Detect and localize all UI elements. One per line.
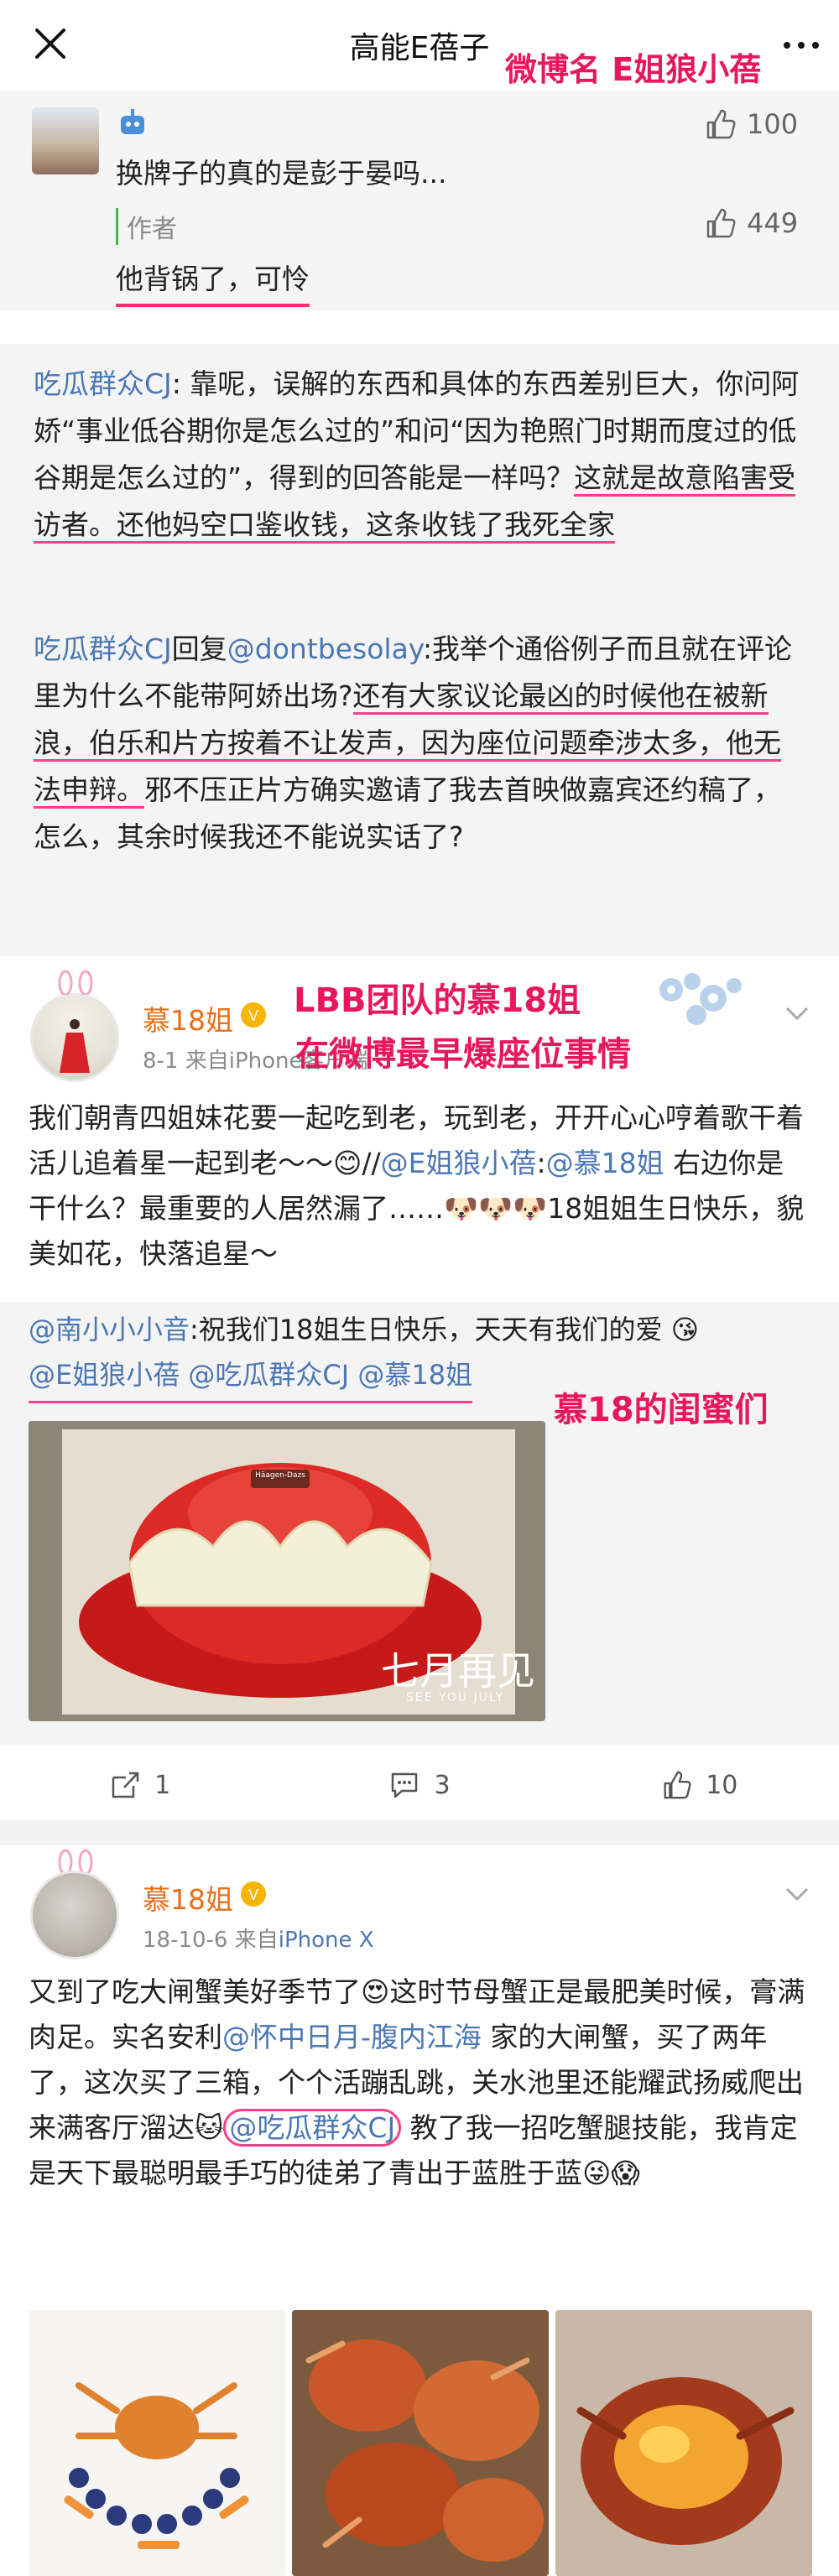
robot-icon <box>116 107 149 141</box>
weibo-post-1: 慕18姐 V 8-1 来自iPhone客户端 LBB团队的慕18姐 在微博最早爆… <box>0 956 839 1820</box>
weibo-post-2: 慕18姐 V 18-10-6 来自iPhone X 又到了吃大闸蟹美好季节了😍这… <box>0 1845 839 2576</box>
svg-text:V: V <box>248 1886 258 1903</box>
annotation-weibo-name: 微博名 E姐狼小蓓 <box>505 51 762 88</box>
comment-like-count: 100 <box>747 108 799 140</box>
quote-user-link-2[interactable]: 吃瓜群众CJ <box>34 632 172 665</box>
quoted-weibo-block: 吃瓜群众CJ: 靠呢，误解的东西和具体的东西差别巨大，你问阿娇“事业低谷期你是怎… <box>0 344 839 956</box>
thumbs-up-icon <box>706 208 736 238</box>
author-reply: 作者 他背锅了，可怜 <box>116 208 661 307</box>
more-icon[interactable] <box>780 37 822 54</box>
annotation-seat: 在微博最早爆座位事情 <box>295 1035 631 1074</box>
image-watermark-sub: SEE YOU JULY <box>406 1691 505 1704</box>
post-date: 18-10-6 来自 <box>143 1928 279 1953</box>
chevron-down-icon[interactable] <box>780 1002 814 1027</box>
comment-count: 3 <box>434 1770 451 1800</box>
share-icon <box>112 1772 139 1798</box>
repost-body: :祝我们18姐生日快乐，天天有我们的爱 😘 <box>190 1314 700 1345</box>
cake-brand-label: Häagen-Dazs <box>255 1471 305 1480</box>
like-button[interactable]: 10 <box>560 1751 839 1819</box>
repost-text: @南小小小音:祝我们18姐生日快乐，天天有我们的爱 😘 <box>29 1307 809 1352</box>
comment-thread: 换牌子的真的是彭于晏吗... 100 作者 他背锅了，可怜 449 <box>0 91 839 310</box>
vip-badge-icon: V <box>238 1879 268 1909</box>
post-body: 又到了吃大闸蟹美好季节了😍这时节母蟹正是最肥美时候，膏满肉足。实名安利@怀中日月… <box>29 1970 809 2196</box>
cake-photo[interactable]: Häagen-Dazs 七月再见 SEE YOU JULY <box>29 1421 545 1721</box>
annotation-lbb: LBB团队的慕18姐 <box>294 981 581 1020</box>
mention-link[interactable]: @E姐狼小蓓 <box>381 1147 537 1179</box>
mention-link-2[interactable]: @吃瓜群众CJ <box>223 2109 402 2147</box>
flower-decoration-icon <box>646 965 755 1040</box>
svg-text:V: V <box>248 1007 258 1024</box>
comment-button[interactable]: 3 <box>279 1751 559 1819</box>
quote-sep: : <box>171 367 190 400</box>
quote-paragraph-2: 吃瓜群众CJ回复@dontbesolay:我举个通俗例子而且就在评论里为什么不能… <box>34 626 805 861</box>
post-body: 我们朝青四姐妹花要一起吃到老，玩到老，开开心心哼着歌干着活儿追着星一起到老～～😊… <box>29 1095 809 1277</box>
quote-rest: 邪不压正片方确实邀请了我去首映做嘉宾还约稿了，怎么，其余时候我还不能说实话了? <box>34 773 781 853</box>
post-username[interactable]: 慕18姐 <box>143 1877 233 1918</box>
crab-photo-3[interactable] <box>555 2310 812 2576</box>
top-bar: 高能E蓓子 微博名 E姐狼小蓓 <box>0 0 839 91</box>
mention-link[interactable]: @dontbesolay <box>227 632 423 665</box>
vip-badge-icon: V <box>238 1000 268 1030</box>
image-watermark: 七月再见 <box>381 1648 535 1694</box>
thumbs-up-icon <box>664 1771 691 1799</box>
post-device-link[interactable]: iPhone X <box>279 1928 374 1953</box>
crab-photo-1[interactable] <box>29 2310 285 2576</box>
repost-button[interactable]: 1 <box>0 1751 279 1819</box>
repost-count: 1 <box>154 1770 171 1800</box>
reply-like-count: 449 <box>747 207 799 239</box>
quote-paragraph-1: 吃瓜群众CJ: 靠呢，误解的东西和具体的东西差别巨大，你问阿娇“事业低谷期你是怎… <box>34 361 805 549</box>
chevron-down-icon[interactable] <box>780 1882 814 1907</box>
mention-link-2[interactable]: @慕18姐 <box>546 1147 664 1179</box>
author-tag: 作者 <box>116 208 661 245</box>
post-meta: 18-10-6 来自iPhone X <box>143 1923 374 1954</box>
comment-text: 换牌子的真的是彭于晏吗... <box>116 157 447 190</box>
quote-user-link[interactable]: 吃瓜群众CJ <box>34 367 172 400</box>
repost-mentions[interactable]: @E姐狼小蓓 @吃瓜群众CJ @慕18姐 <box>29 1352 473 1403</box>
post-avatar[interactable] <box>30 993 119 1082</box>
post-body-text-b: : <box>536 1147 546 1179</box>
post-username[interactable]: 慕18姐 <box>143 998 233 1038</box>
post-separator <box>0 1820 839 1845</box>
comment-like-button[interactable]: 100 <box>703 107 798 141</box>
like-count: 10 <box>706 1770 738 1800</box>
repost-box[interactable]: @南小小小音:祝我们18姐生日快乐，天天有我们的爱 😘 @E姐狼小蓓 @吃瓜群众… <box>0 1302 839 1745</box>
close-icon[interactable] <box>25 18 76 69</box>
crab-photo-2[interactable] <box>292 2310 549 2576</box>
author-reply-text: 他背锅了，可怜 <box>116 257 310 307</box>
mention-link[interactable]: @怀中日月-腹内江海 <box>222 2021 482 2053</box>
repost-user-link[interactable]: @南小小小音 <box>29 1314 190 1345</box>
post-action-bar: 1 3 10 <box>0 1751 839 1819</box>
quote-reply-word: 回复 <box>171 632 227 665</box>
thumbs-up-icon <box>706 109 736 139</box>
divider <box>0 310 839 344</box>
comment-icon <box>392 1772 418 1798</box>
post-avatar[interactable] <box>30 1871 119 1959</box>
bunny-ears-icon <box>50 970 101 997</box>
commenter-avatar[interactable] <box>32 107 99 174</box>
annotation-friends: 慕18的闺蜜们 <box>554 1391 769 1429</box>
reply-like-button[interactable]: 449 <box>703 206 798 240</box>
